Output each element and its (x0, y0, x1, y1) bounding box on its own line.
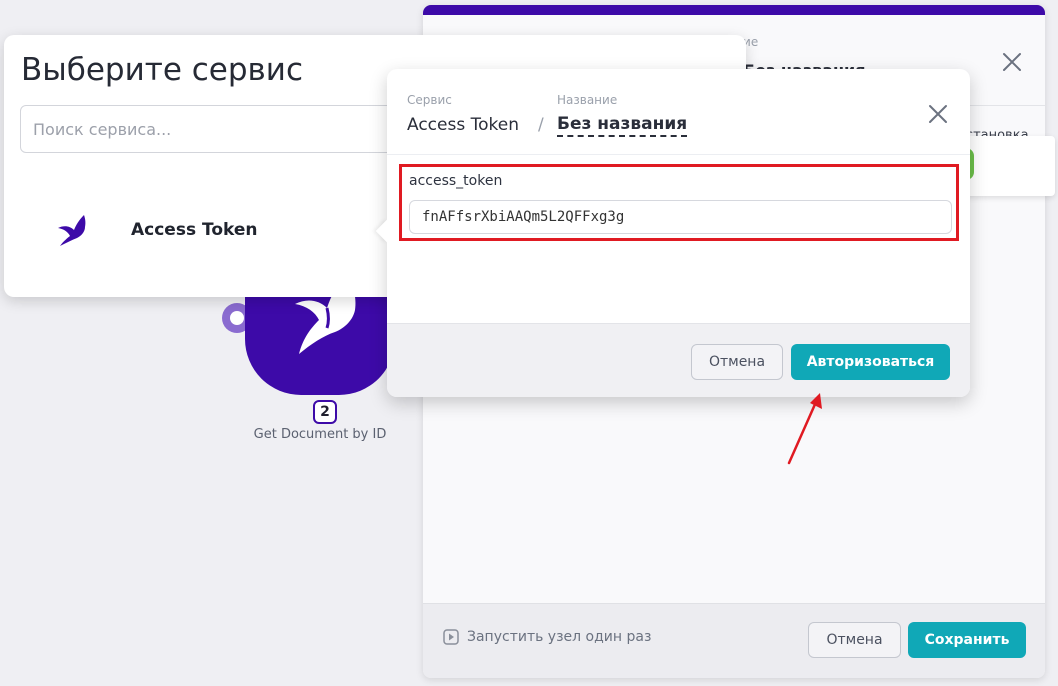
divider (387, 154, 970, 155)
access-token-input[interactable] (409, 200, 952, 234)
connection-name[interactable]: Без названия (557, 114, 688, 137)
auth-modal: Сервис Access Token / Название Без назва… (387, 69, 970, 397)
authorize-button[interactable]: Авторизоваться (791, 344, 950, 380)
auth-modal-footer: Отмена Авторизоваться (387, 323, 970, 397)
service-item-access-token[interactable]: Access Token (20, 203, 380, 259)
access-token-field-group: access_token (399, 164, 959, 241)
close-icon[interactable] (928, 104, 948, 124)
close-icon[interactable] (1001, 51, 1023, 73)
play-icon (443, 629, 459, 645)
run-once-label: Запустить узел один раз (467, 629, 652, 645)
name-caption: Название (557, 93, 618, 107)
node-label: Get Document by ID (253, 427, 387, 442)
service-search-input[interactable] (20, 105, 420, 153)
service-item-label: Access Token (131, 220, 258, 240)
save-button[interactable]: Сохранить (908, 622, 1026, 658)
cancel-button[interactable]: Отмена (808, 622, 901, 658)
service-caption: Сервис (407, 93, 452, 107)
hummingbird-icon (58, 215, 86, 246)
service-picker-title: Выберите сервис (21, 52, 303, 88)
breadcrumb-separator: / (538, 115, 544, 135)
module-panel-footer: Запустить узел один раз Отмена Сохранить (423, 603, 1045, 678)
annotation-arrow-icon (787, 393, 822, 465)
run-once-button[interactable]: Запустить узел один раз (443, 629, 651, 645)
access-token-label: access_token (409, 173, 503, 189)
cancel-button[interactable]: Отмена (691, 344, 783, 380)
service-value: Access Token (407, 115, 519, 135)
node-order-badge: 2 (313, 400, 337, 424)
